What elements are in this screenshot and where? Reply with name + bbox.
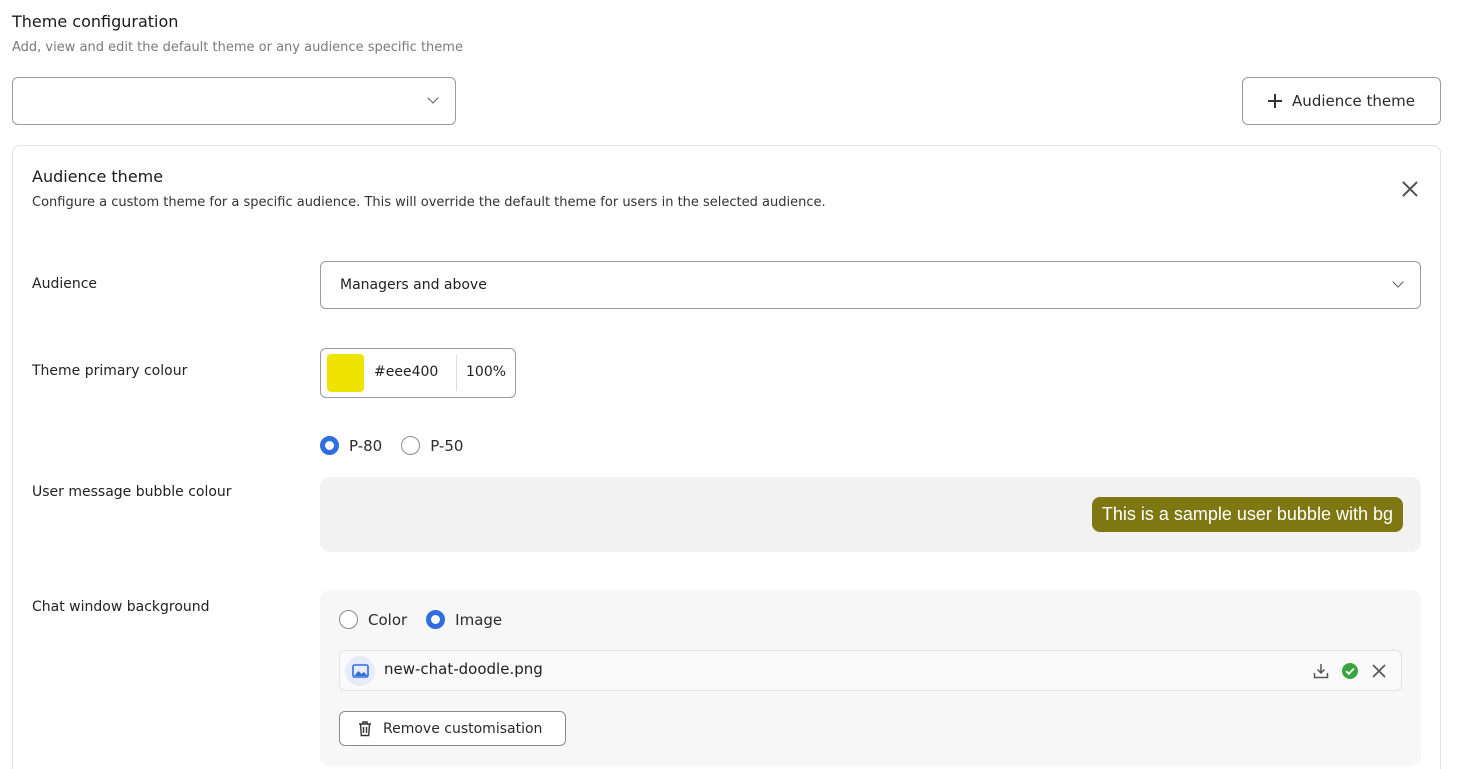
- radio-image-label[interactable]: Image: [455, 611, 502, 629]
- chevron-down-icon: [427, 92, 439, 104]
- chat-background-label: Chat window background: [32, 599, 210, 615]
- colour-opacity-value[interactable]: 100%: [466, 364, 506, 380]
- chevron-down-icon: [1392, 276, 1404, 288]
- page-title: Theme configuration: [12, 12, 179, 31]
- audience-theme-card: Audience theme Configure a custom theme …: [12, 145, 1441, 769]
- radio-color[interactable]: [339, 610, 358, 629]
- background-type-radio-group: Color Image: [339, 610, 521, 629]
- theme-select[interactable]: [12, 77, 456, 125]
- colour-swatch[interactable]: [327, 354, 364, 392]
- colour-hex-value[interactable]: #eee400: [374, 364, 438, 380]
- radio-p80[interactable]: [320, 436, 339, 455]
- sample-user-bubble: This is a sample user bubble with bg: [1091, 497, 1403, 532]
- remove-customisation-label: Remove customisation: [383, 720, 543, 737]
- chat-background-panel: Color Image new-chat-doodle.png Remove c…: [320, 590, 1421, 766]
- audience-select[interactable]: Managers and above: [320, 261, 1421, 309]
- trash-icon: [359, 721, 371, 737]
- audience-label: Audience: [32, 276, 98, 292]
- file-icon-badge: [345, 656, 375, 686]
- radio-image[interactable]: [426, 610, 446, 629]
- uploaded-file-row: new-chat-doodle.png: [339, 650, 1402, 691]
- divider: [456, 355, 457, 391]
- download-icon[interactable]: [1312, 662, 1330, 680]
- bubble-shade-radio-group: P-80 P-50: [320, 436, 482, 455]
- close-icon[interactable]: [1400, 179, 1420, 199]
- primary-colour-label: Theme primary colour: [32, 363, 188, 379]
- image-icon: [352, 664, 369, 678]
- bubble-colour-label: User message bubble colour: [32, 484, 232, 500]
- audience-select-value: Managers and above: [340, 277, 487, 293]
- primary-colour-picker[interactable]: #eee400 100%: [320, 348, 516, 398]
- card-title: Audience theme: [32, 167, 164, 186]
- radio-color-label[interactable]: Color: [368, 611, 407, 629]
- check-circle-icon: [1342, 663, 1358, 679]
- card-description: Configure a custom theme for a specific …: [32, 195, 826, 210]
- radio-p80-label[interactable]: P-80: [349, 437, 382, 455]
- file-name: new-chat-doodle.png: [384, 660, 543, 678]
- plus-icon: [1268, 94, 1283, 108]
- add-audience-theme-button[interactable]: Audience theme: [1242, 77, 1441, 125]
- remove-customisation-button[interactable]: Remove customisation: [339, 711, 566, 746]
- radio-p50-label[interactable]: P-50: [430, 437, 463, 455]
- page-subtitle: Add, view and edit the default theme or …: [12, 40, 463, 55]
- bubble-preview: This is a sample user bubble with bg: [320, 477, 1421, 552]
- add-audience-theme-label: Audience theme: [1292, 92, 1415, 110]
- radio-p50[interactable]: [401, 436, 421, 455]
- close-icon[interactable]: [1370, 662, 1388, 680]
